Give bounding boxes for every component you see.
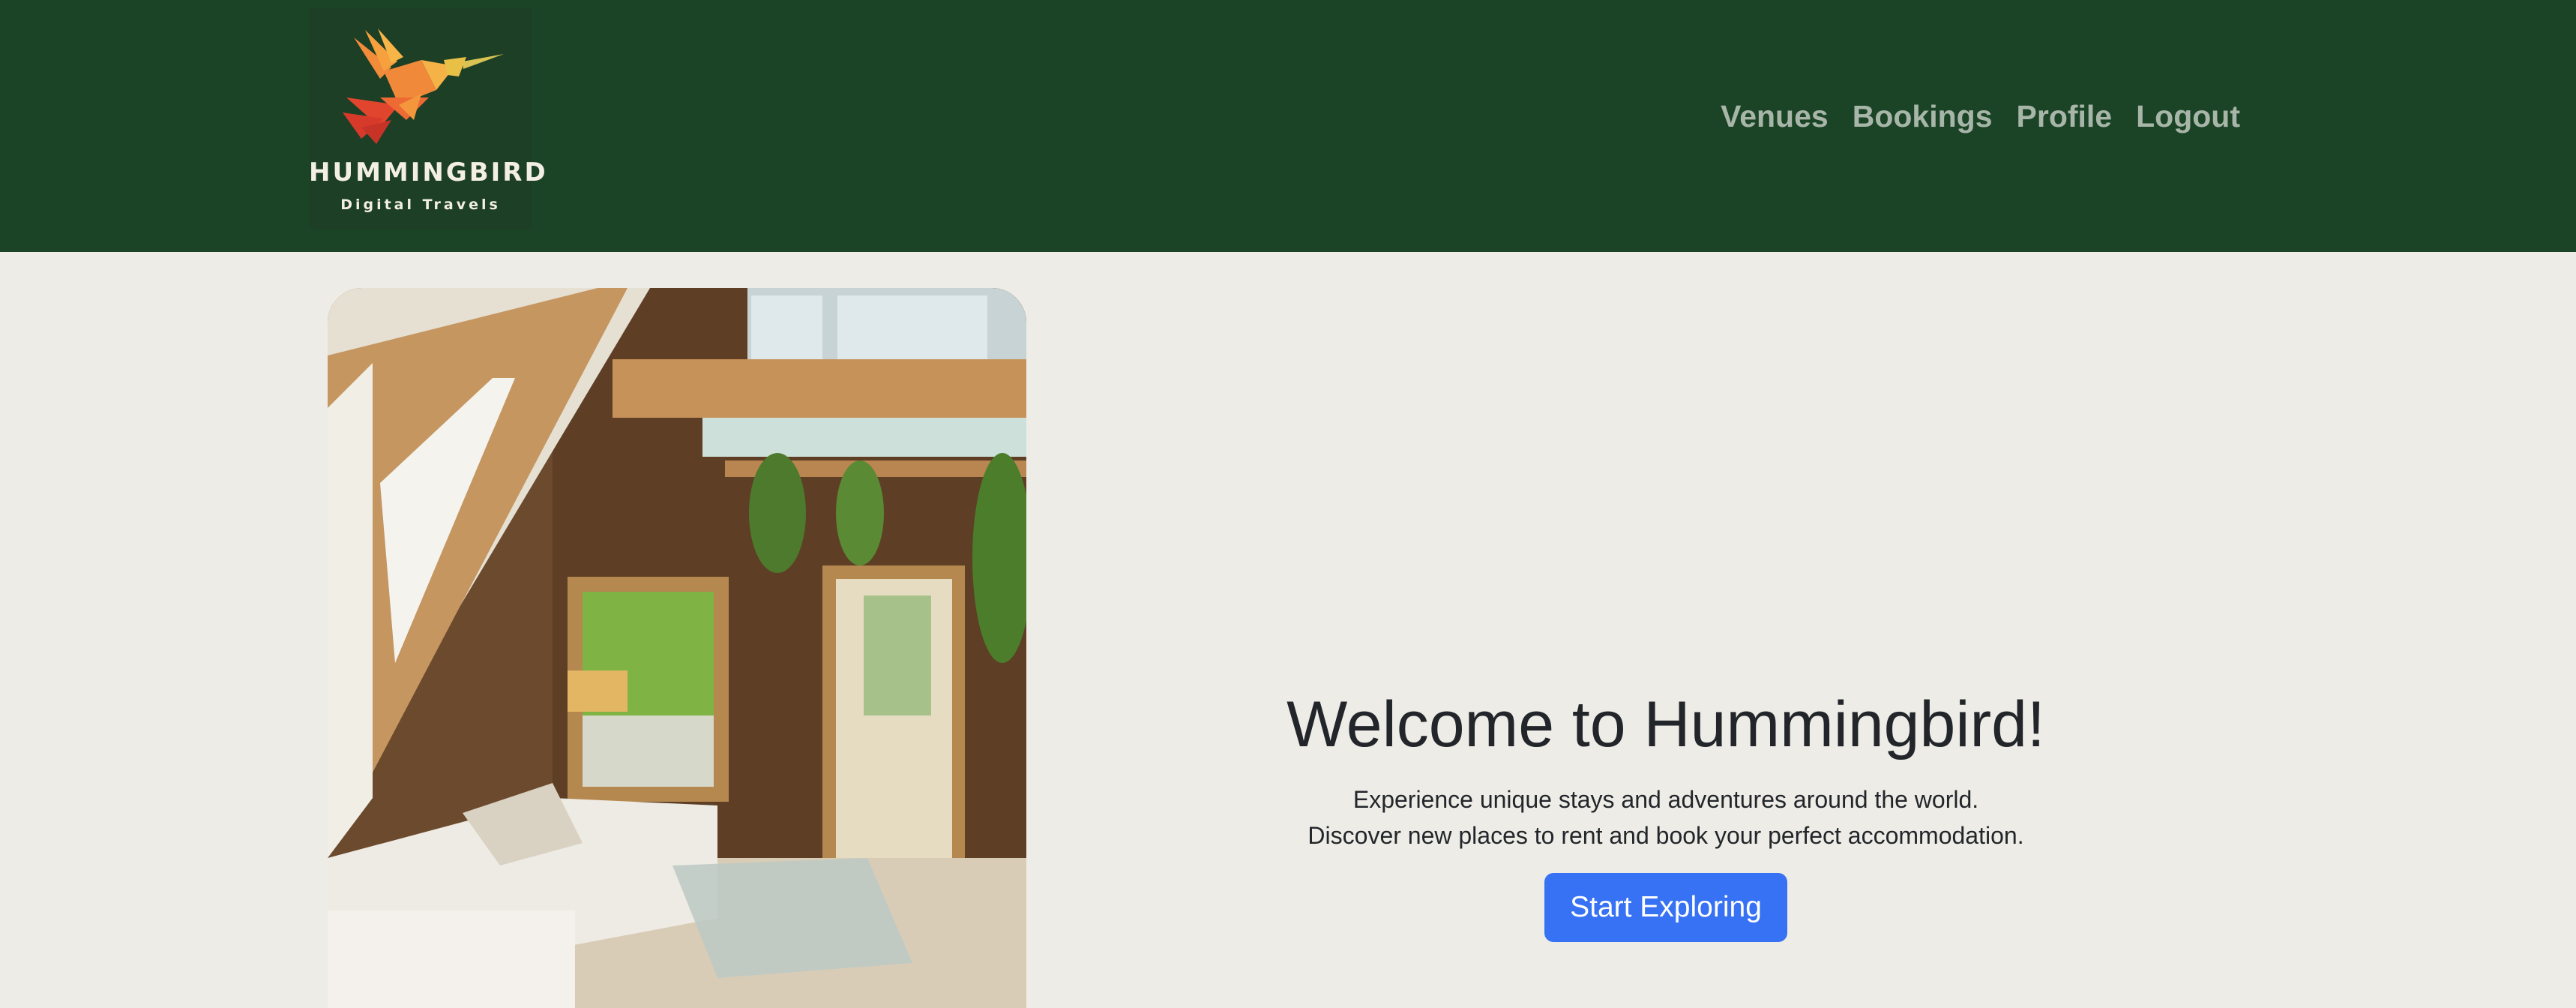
brand-name: HUMMINGBIRD — [309, 158, 548, 188]
main-nav: Venues Bookings Profile Logout — [1721, 99, 2240, 134]
hero-title: Welcome to Hummingbird! — [1287, 688, 2045, 760]
brand-logo[interactable]: HUMMINGBIRD Digital Travels — [309, 8, 548, 230]
hero-subtitle: Experience unique stays and adventures a… — [1230, 782, 2102, 854]
nav-bookings[interactable]: Bookings — [1853, 99, 1993, 134]
nav-profile[interactable]: Profile — [2017, 99, 2113, 134]
hero-subtitle-line: Discover new places to rent and book you… — [1307, 822, 2024, 849]
hero-subtitle-line: Experience unique stays and adventures a… — [1352, 786, 1979, 813]
nav-venues[interactable]: Venues — [1721, 99, 1829, 134]
hero-image — [328, 288, 1026, 1008]
hero-section: Welcome to Hummingbird! Experience uniqu… — [1230, 684, 2102, 942]
start-exploring-button[interactable]: Start Exploring — [1544, 873, 1787, 942]
brand-tagline: Digital Travels — [340, 196, 501, 213]
nav-logout[interactable]: Logout — [2136, 99, 2240, 134]
hummingbird-icon — [343, 28, 504, 144]
navbar: HUMMINGBIRD Digital Travels Venues Booki… — [0, 0, 2576, 252]
